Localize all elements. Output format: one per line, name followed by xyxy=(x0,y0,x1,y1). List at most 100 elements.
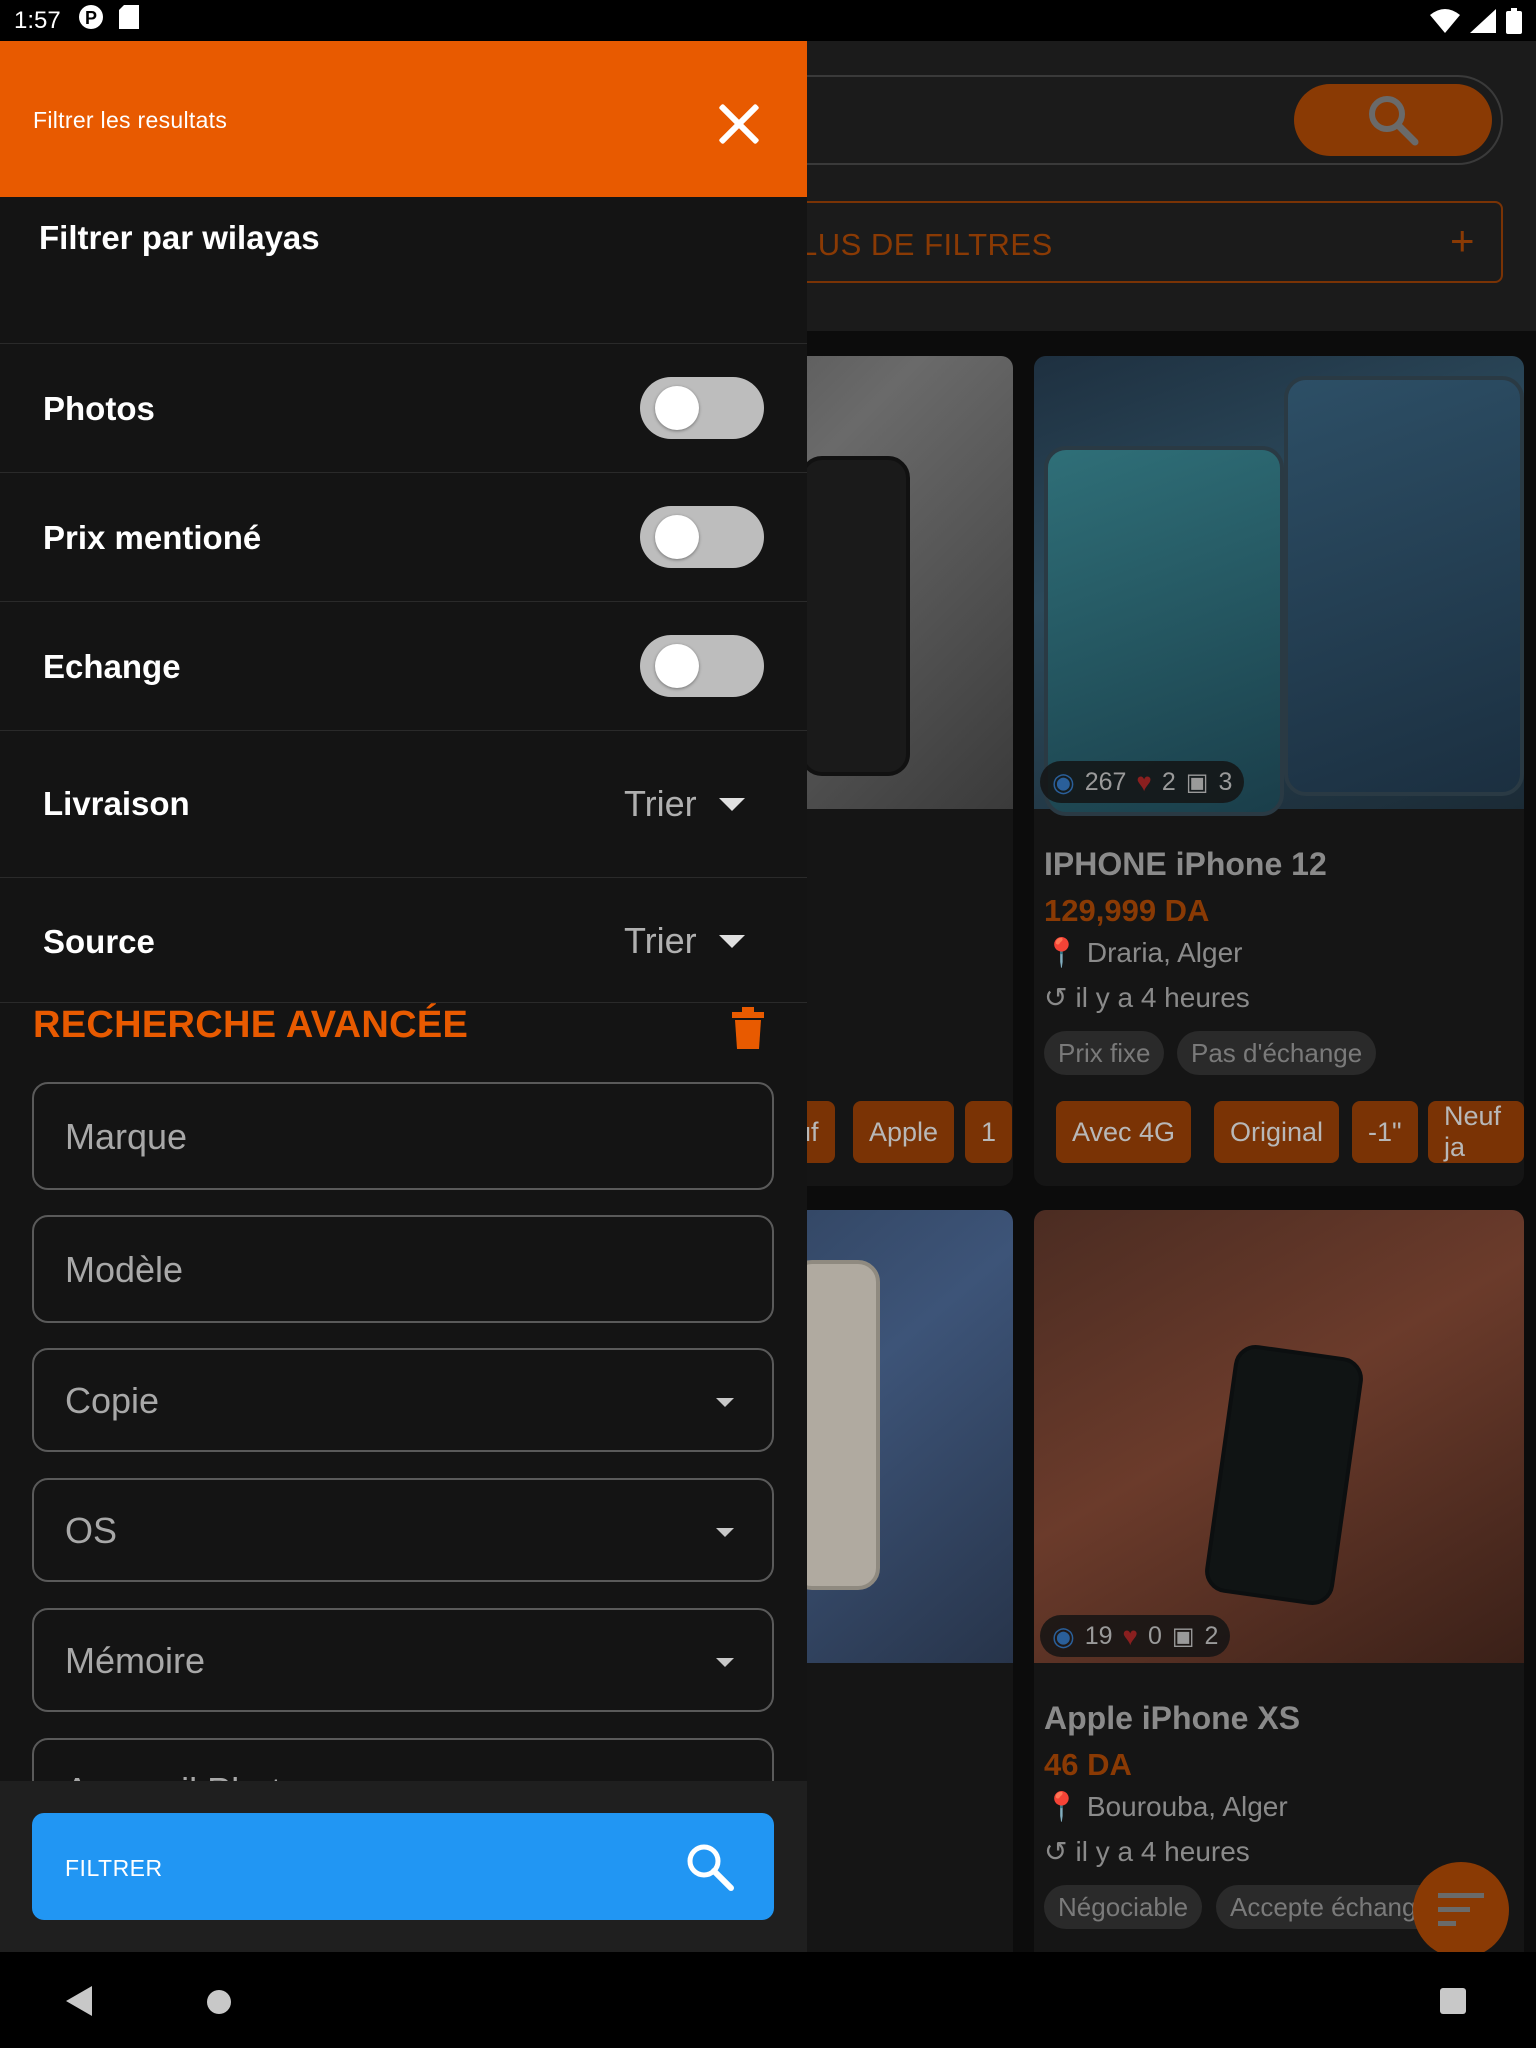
svg-text:P: P xyxy=(85,8,97,28)
camera-icon: ▣ xyxy=(1185,768,1209,796)
toggle-row-photos: Photos xyxy=(0,344,807,473)
more-filters-label: LUS DE FILTRES xyxy=(800,227,1053,262)
listing-tag: Avec 4G xyxy=(1056,1101,1192,1163)
listing-time: ↺ il y a 4 heures xyxy=(1044,981,1250,1014)
photos-count: 3 xyxy=(1218,767,1233,796)
search-icon xyxy=(1369,96,1419,146)
filter-button[interactable]: FILTRER xyxy=(32,1813,774,1920)
likes-count: 0 xyxy=(1147,1621,1162,1650)
model-field[interactable]: Modèle xyxy=(32,1215,774,1323)
views-count: 19 xyxy=(1084,1621,1113,1650)
toggle-label: Prix mentioné xyxy=(43,519,262,556)
location-pin-icon: 📍 xyxy=(1044,937,1079,968)
photos-toggle[interactable] xyxy=(640,377,764,439)
dropdown-arrow-icon xyxy=(716,1528,734,1537)
listing-chip: Prix fixe xyxy=(1044,1031,1165,1075)
location-text: Draria, Alger xyxy=(1086,936,1243,968)
drawer-header: Filtrer les resultats xyxy=(0,41,807,197)
phone-photo xyxy=(1284,376,1524,796)
brand-placeholder: Marque xyxy=(65,1116,188,1157)
sort-label: Source xyxy=(43,923,155,960)
price-toggle[interactable] xyxy=(640,506,764,568)
listing-card[interactable]: ◉ 19 ♥ 0 ▣ 2 Apple iPhone XS 46 DA 📍 Bou… xyxy=(1034,1210,1524,1952)
wifi-icon xyxy=(1430,9,1460,40)
listing-chip: Pas d'échange xyxy=(1177,1031,1377,1075)
drawer-title: Filtrer les resultats xyxy=(33,107,228,133)
listing-stats: ◉ 267 ♥ 2 ▣ 3 xyxy=(1040,761,1245,803)
listing-time: ↺ il y a 4 heures xyxy=(1044,1835,1250,1868)
brand-field[interactable]: Marque xyxy=(32,1082,774,1190)
memory-placeholder: Mémoire xyxy=(65,1640,206,1681)
phone-photo xyxy=(1202,1342,1366,1608)
dropdown-arrow-icon xyxy=(716,1398,734,1407)
sort-fab[interactable] xyxy=(1413,1862,1509,1952)
toggle-row-price: Prix mentioné xyxy=(0,473,807,602)
listing-tag: Original xyxy=(1214,1101,1340,1163)
home-icon[interactable] xyxy=(206,1989,232,2015)
listing-card[interactable]: ◉ 267 ♥ 2 ▣ 3 IPHONE iPhone 12 129,999 D… xyxy=(1034,356,1524,1186)
signal-icon xyxy=(1470,9,1496,40)
os-placeholder: OS xyxy=(65,1510,118,1551)
history-icon: ↺ xyxy=(1044,1836,1068,1867)
sort-row-source: Source Trier xyxy=(0,878,807,1003)
model-placeholder: Modèle xyxy=(65,1249,184,1290)
heart-icon: ♥ xyxy=(1136,766,1152,797)
views-icon: ◉ xyxy=(1052,1620,1075,1651)
copy-placeholder: Copie xyxy=(65,1380,160,1421)
exchange-toggle[interactable] xyxy=(640,635,764,697)
wilayas-label: Filtrer par wilayas xyxy=(39,219,320,256)
time-text: il y a 4 heures xyxy=(1075,1835,1250,1867)
camera-icon: ▣ xyxy=(1171,1622,1195,1650)
toggle-label: Photos xyxy=(43,390,155,427)
listing-image xyxy=(1034,1210,1524,1663)
dropdown-arrow-icon xyxy=(718,797,745,811)
recents-icon[interactable] xyxy=(1440,1988,1466,2014)
sd-card-icon xyxy=(118,5,139,36)
more-filters-plus-icon: + xyxy=(1450,217,1475,264)
sort-row-livraison: Livraison Trier xyxy=(0,731,807,878)
drawer-bottom-bar: FILTRER xyxy=(0,1781,807,1952)
copy-select[interactable]: Copie xyxy=(32,1348,774,1452)
os-select[interactable]: OS xyxy=(32,1478,774,1582)
advanced-search-title: RECHERCHE AVANCÉE xyxy=(33,1004,469,1046)
listing-chip: Négociable xyxy=(1044,1885,1203,1929)
search-button[interactable] xyxy=(1294,84,1492,156)
status-bar: 1:57 P xyxy=(0,0,1536,41)
listing-chip: Accepte échange xyxy=(1216,1885,1445,1929)
listing-tag: Apple xyxy=(853,1101,955,1163)
toggle-row-exchange: Echange xyxy=(0,602,807,731)
views-count: 267 xyxy=(1084,767,1127,796)
listing-price: 46 DA xyxy=(1044,1747,1132,1782)
sort-label: Livraison xyxy=(43,785,190,822)
close-icon[interactable] xyxy=(712,96,768,152)
listing-location: 📍 Bourouba, Alger xyxy=(1044,1790,1288,1823)
listing-tag: -1" xyxy=(1352,1101,1418,1163)
dropdown-arrow-icon xyxy=(718,934,745,948)
location-text: Bourouba, Alger xyxy=(1086,1790,1288,1822)
filter-drawer: Filtrer les resultats Filtrer par wilaya… xyxy=(0,41,807,1952)
sort-value: Trier xyxy=(624,783,697,824)
history-icon: ↺ xyxy=(1044,982,1068,1013)
listing-location: 📍 Draria, Alger xyxy=(1044,936,1243,969)
app-notification-icon: P xyxy=(77,4,107,37)
phone-photo xyxy=(800,456,910,776)
memory-select[interactable]: Mémoire xyxy=(32,1608,774,1712)
status-time: 1:57 xyxy=(14,6,61,34)
photos-count: 2 xyxy=(1204,1621,1219,1650)
sort-value: Trier xyxy=(624,920,697,961)
time-text: il y a 4 heures xyxy=(1075,981,1250,1013)
toggle-label: Echange xyxy=(43,648,181,685)
system-nav-bar xyxy=(0,1952,1536,2048)
listing-image xyxy=(1034,356,1524,816)
trash-icon[interactable] xyxy=(732,1007,764,1049)
location-pin-icon: 📍 xyxy=(1044,1791,1079,1822)
listing-stats: ◉ 19 ♥ 0 ▣ 2 xyxy=(1040,1615,1231,1657)
listing-price: 129,999 DA xyxy=(1044,893,1210,928)
back-icon[interactable] xyxy=(66,1986,92,2016)
listing-title: Apple iPhone XS xyxy=(1044,1700,1301,1736)
listing-title: IPHONE iPhone 12 xyxy=(1044,846,1327,882)
search-icon xyxy=(687,1844,734,1891)
livraison-sort-dropdown[interactable]: Trier xyxy=(624,783,745,825)
source-sort-dropdown[interactable]: Trier xyxy=(624,920,745,962)
likes-count: 2 xyxy=(1161,767,1176,796)
